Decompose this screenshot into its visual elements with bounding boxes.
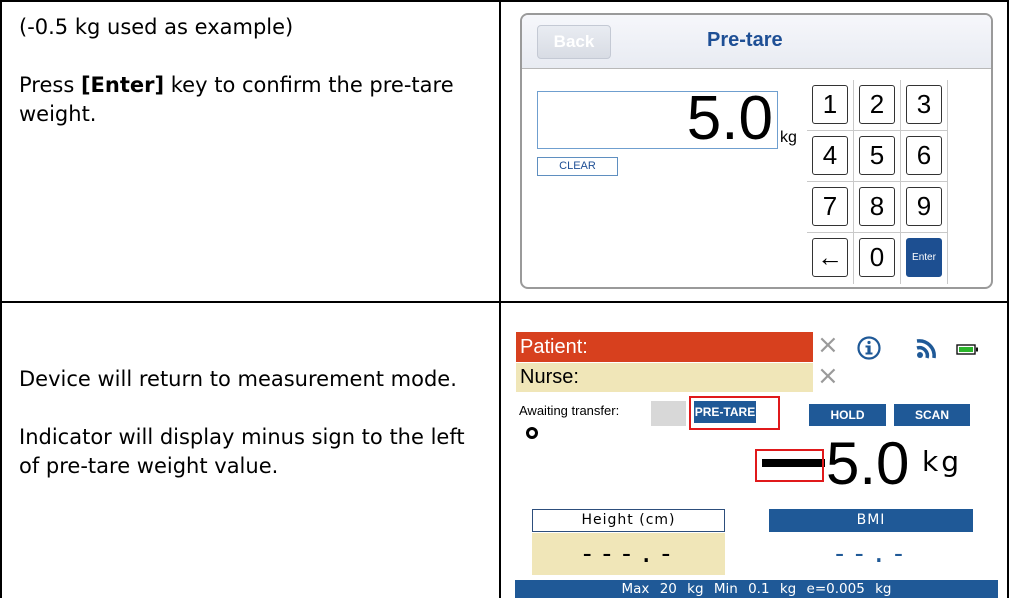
keypad-cell: 2 xyxy=(854,80,901,131)
key-1[interactable]: 1 xyxy=(812,85,848,124)
enter-instruction: Press [Enter] key to confirm the pre-tar… xyxy=(19,71,489,129)
pretare-unit: kg xyxy=(780,129,797,146)
keypad-cell: 0 xyxy=(854,233,901,284)
pretare-header: Back Pre-tare xyxy=(522,15,991,69)
keypad-cell: 9 xyxy=(901,182,948,233)
keypad-cell: ← xyxy=(807,233,854,284)
row1-text: (-0.5 kg used as example) Press [Enter] … xyxy=(19,13,489,129)
weight-value: 5.0 xyxy=(826,430,910,497)
pretare-screen: Back Pre-tare 5.0 kg CLEAR 1 2 3 4 5 6 7… xyxy=(520,13,993,289)
keypad-cell: 3 xyxy=(901,80,948,131)
keypad-cell: 4 xyxy=(807,131,854,182)
pretare-value: 5.0 xyxy=(686,84,773,153)
key-3[interactable]: 3 xyxy=(906,85,942,124)
wifi-icon xyxy=(916,339,936,359)
numeric-keypad: 1 2 3 4 5 6 7 8 9 ← 0 Enter xyxy=(807,80,991,284)
keypad-cell: Enter xyxy=(901,233,948,284)
key-0[interactable]: 0 xyxy=(859,238,895,277)
example-note: (-0.5 kg used as example) xyxy=(19,15,294,39)
measurement-screen: Patient: × Nurse: × Awaiting transfer: P… xyxy=(515,319,998,598)
minus-sign-highlight-box xyxy=(755,449,824,482)
enter-key[interactable]: Enter xyxy=(906,238,942,277)
key-4[interactable]: 4 xyxy=(812,136,848,175)
nurse-clear-icon[interactable]: × xyxy=(817,363,839,391)
height-label[interactable]: Height (cm) xyxy=(532,509,725,532)
keypad-cell: 8 xyxy=(854,182,901,233)
clear-button[interactable]: CLEAR xyxy=(537,157,618,176)
bmi-value: --.- xyxy=(831,539,911,569)
patient-field[interactable]: Patient: xyxy=(516,332,813,362)
table-border-top xyxy=(0,0,1009,2)
backspace-key[interactable]: ← xyxy=(812,238,848,277)
pretare-highlight-box xyxy=(689,396,780,430)
awaiting-transfer-indicator xyxy=(651,401,686,426)
key-5[interactable]: 5 xyxy=(859,136,895,175)
nurse-field[interactable]: Nurse: xyxy=(516,363,813,392)
height-value[interactable]: ---.- xyxy=(532,533,725,575)
key-9[interactable]: 9 xyxy=(906,187,942,226)
keypad-cell: 7 xyxy=(807,182,854,233)
keypad-cell: 5 xyxy=(854,131,901,182)
table-column-divider xyxy=(499,0,501,598)
bmi-label: BMI xyxy=(769,509,973,532)
key-7[interactable]: 7 xyxy=(812,187,848,226)
keypad-cell: 1 xyxy=(807,80,854,131)
enter-key-label: [Enter] xyxy=(80,73,165,97)
awaiting-transfer-label: Awaiting transfer: xyxy=(519,403,620,418)
instruction-table: (-0.5 kg used as example) Press [Enter] … xyxy=(0,0,1009,598)
info-icon[interactable] xyxy=(857,336,881,360)
battery-icon xyxy=(956,344,978,355)
scan-button[interactable]: SCAN xyxy=(894,404,970,426)
key-8[interactable]: 8 xyxy=(859,187,895,226)
pretare-title: Pre-tare xyxy=(707,29,783,51)
hold-button[interactable]: HOLD xyxy=(809,404,886,426)
keypad-cell: 6 xyxy=(901,131,948,182)
back-button[interactable]: Back xyxy=(537,25,611,59)
return-message: Device will return to measurement mode. xyxy=(19,367,457,391)
row2-text: Device will return to measurement mode. … xyxy=(19,365,489,481)
scale-spec-footer: Max 20 kg Min 0.1 kg e=0.005 kg xyxy=(515,580,998,598)
pretare-value-field[interactable]: 5.0 xyxy=(537,86,778,152)
key-2[interactable]: 2 xyxy=(859,85,895,124)
status-icons xyxy=(857,336,978,360)
minus-sign-message: Indicator will display minus sign to the… xyxy=(19,425,465,478)
instruction-prefix: Press xyxy=(19,73,81,97)
patient-clear-icon[interactable]: × xyxy=(817,332,839,360)
table-border-left xyxy=(0,0,2,598)
key-6[interactable]: 6 xyxy=(906,136,942,175)
stability-ring-icon xyxy=(526,427,538,439)
table-row-divider xyxy=(0,301,1009,303)
weight-unit: kg xyxy=(922,445,962,478)
